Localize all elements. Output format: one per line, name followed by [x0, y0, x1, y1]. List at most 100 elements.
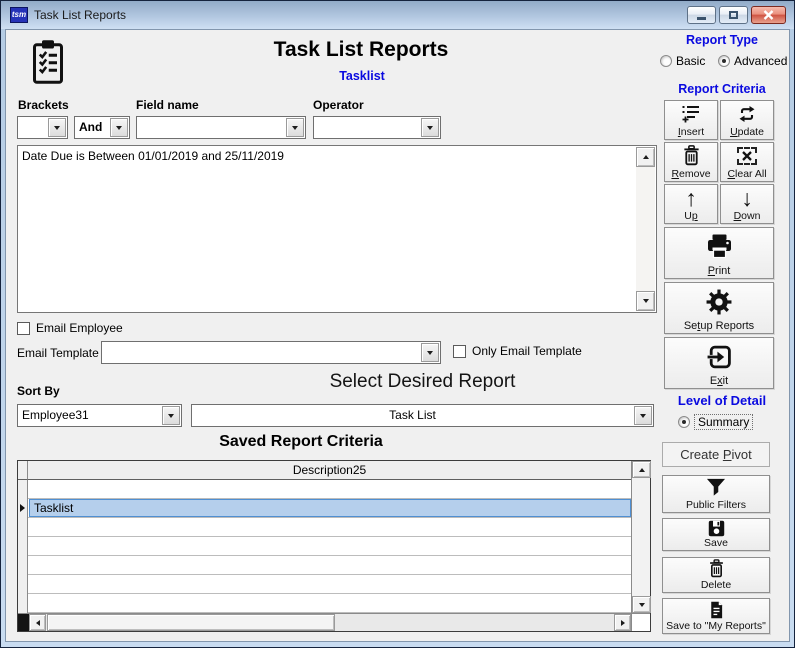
field-name-label: Field name	[136, 98, 199, 112]
criteria-textbox[interactable]: Date Due is Between 01/01/2019 and 25/11…	[17, 145, 657, 313]
maximize-button[interactable]	[719, 6, 748, 24]
minimize-button[interactable]	[687, 6, 716, 24]
criteria-scrollbar[interactable]	[636, 147, 655, 311]
only-email-template-checkbox-row[interactable]: Only Email Template	[453, 344, 582, 358]
row-indicator	[18, 480, 28, 498]
save-to-my-reports-button[interactable]: Save to "My Reports"	[662, 598, 770, 634]
email-employee-label: Email Employee	[36, 321, 123, 335]
row-description	[29, 575, 631, 593]
insert-button[interactable]: Insert	[664, 100, 718, 140]
and-or-dropdown-button[interactable]	[110, 118, 128, 137]
delete-button[interactable]: Delete	[662, 557, 770, 593]
field-name-dropdown-button[interactable]	[286, 118, 304, 137]
up-label: Up	[684, 210, 697, 222]
up-arrow-icon: ↑	[685, 185, 697, 210]
table-row[interactable]	[18, 480, 631, 499]
report-type-advanced-radio-row[interactable]: Advanced	[718, 54, 787, 68]
insert-label: Insert	[678, 126, 704, 138]
update-label: Update	[730, 126, 764, 138]
report-dropdown-button[interactable]	[634, 406, 652, 425]
scroll-left-button[interactable]	[29, 614, 46, 631]
advanced-radio[interactable]	[718, 55, 730, 67]
scrollbar-corner	[631, 613, 650, 631]
email-template-dropdown-button[interactable]	[421, 343, 439, 362]
row-indicator	[18, 536, 28, 555]
titlebar[interactable]: tsm Task List Reports	[1, 1, 794, 29]
triangle-right-icon	[621, 620, 625, 626]
email-employee-checkbox[interactable]	[17, 322, 30, 335]
setup-reports-label: Setup Reports	[684, 320, 754, 332]
row-indicator	[18, 555, 28, 574]
save-button[interactable]: Save	[662, 518, 770, 551]
sort-by-value: Employee31	[18, 405, 161, 426]
summary-radio[interactable]	[678, 416, 690, 428]
floppy-disk-icon	[708, 519, 725, 537]
move-down-button[interactable]: ↓ Down	[720, 184, 774, 224]
scroll-right-button[interactable]	[614, 614, 631, 631]
field-name-combo[interactable]	[136, 116, 306, 139]
row-description	[29, 556, 631, 574]
scroll-up-button[interactable]	[632, 461, 651, 478]
table-row[interactable]	[18, 537, 631, 556]
sort-by-dropdown-button[interactable]	[162, 406, 180, 425]
window-title: Task List Reports	[34, 8, 126, 22]
down-label: Down	[734, 210, 761, 222]
print-button[interactable]: Print	[664, 227, 774, 279]
table-row[interactable]	[18, 518, 631, 537]
row-indicator	[18, 498, 28, 517]
only-email-template-checkbox[interactable]	[453, 345, 466, 358]
filter-funnel-icon	[705, 476, 727, 499]
create-pivot-button[interactable]: Create Pivot	[662, 442, 770, 467]
report-combo[interactable]: Task List	[191, 404, 654, 427]
operator-combo[interactable]	[313, 116, 441, 139]
move-up-button[interactable]: ↑ Up	[664, 184, 718, 224]
grid-vertical-scrollbar[interactable]	[631, 461, 650, 613]
triangle-left-icon	[36, 620, 40, 626]
chevron-down-icon	[168, 414, 174, 418]
email-template-combo[interactable]	[101, 341, 441, 364]
triangle-up-icon	[639, 468, 645, 472]
create-pivot-label: Create Pivot	[680, 447, 752, 462]
exit-button[interactable]: Exit	[664, 337, 774, 389]
insert-icon	[681, 101, 701, 126]
grid-column-header[interactable]: Description25	[28, 461, 631, 480]
report-type-basic-radio-row[interactable]: Basic	[660, 54, 705, 68]
grid-horizontal-scrollbar[interactable]	[18, 613, 631, 631]
scroll-up-button[interactable]	[636, 147, 655, 167]
remove-button[interactable]: Remove	[664, 142, 718, 182]
and-or-value: And	[75, 117, 109, 138]
brackets-dropdown-button[interactable]	[48, 118, 66, 137]
task-list-reports-window: tsm Task List Reports Task List Reports …	[0, 0, 795, 648]
scroll-down-button[interactable]	[636, 291, 655, 311]
email-employee-checkbox-row[interactable]: Email Employee	[17, 321, 123, 335]
summary-radio-row[interactable]: Summary	[678, 414, 753, 430]
table-row[interactable]	[18, 556, 631, 575]
scroll-down-button[interactable]	[632, 596, 651, 613]
table-row[interactable]	[18, 594, 631, 613]
sort-by-combo[interactable]: Employee31	[17, 404, 182, 427]
and-or-combo[interactable]: And	[74, 116, 130, 139]
basic-radio[interactable]	[660, 55, 672, 67]
update-button[interactable]: Update	[720, 100, 774, 140]
table-row[interactable]	[18, 575, 631, 594]
row-description	[29, 594, 631, 612]
advanced-label: Advanced	[734, 54, 787, 68]
row-description: Tasklist	[29, 499, 631, 517]
save-to-my-reports-label: Save to "My Reports"	[666, 620, 766, 632]
row-description	[29, 518, 631, 536]
operator-dropdown-button[interactable]	[421, 118, 439, 137]
chevron-down-icon	[640, 414, 646, 418]
public-filters-button[interactable]: Public Filters	[662, 475, 770, 513]
row-description	[29, 537, 631, 555]
table-row[interactable]: Tasklist	[18, 499, 631, 518]
setup-reports-button[interactable]: Setup Reports	[664, 282, 774, 334]
triangle-up-icon	[643, 155, 649, 159]
saved-report-grid[interactable]: Description25 Tasklist	[17, 460, 651, 632]
update-refresh-icon	[737, 101, 757, 126]
brackets-combo[interactable]	[17, 116, 68, 139]
clear-all-button[interactable]: Clear All	[720, 142, 774, 182]
field-name-value	[137, 117, 285, 138]
close-button[interactable]	[751, 6, 786, 24]
horizontal-scroll-thumb[interactable]	[47, 614, 335, 631]
grid-corner-cell	[18, 461, 28, 480]
